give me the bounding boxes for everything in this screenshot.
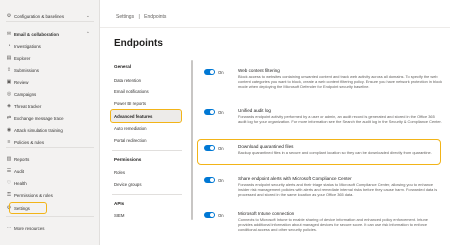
nav-item-label: Investigations — [14, 43, 41, 49]
feature-toggle[interactable] — [204, 212, 215, 218]
nav-item-label: Submissions — [14, 67, 39, 73]
breadcrumb-separator: | — [138, 14, 140, 20]
toggle-state-label: On — [218, 177, 224, 183]
toggle-state-label: On — [218, 69, 224, 75]
subnav-heading-general: General — [114, 64, 132, 69]
nav-item-health[interactable]: ♡ Health — [0, 177, 100, 189]
audit-icon: ☰ — [6, 168, 12, 174]
subnav-item[interactable]: Auto remediation — [114, 126, 147, 131]
tracker-icon: ◈ — [7, 103, 11, 109]
nav-item-label: Threat tracker — [14, 103, 42, 109]
feature-row: On Web content filtering Block access to w… — [200, 68, 448, 98]
gear-icon: ⚙ — [6, 13, 12, 19]
subnav-item[interactable]: Data retention — [114, 78, 141, 83]
feature-title: Share endpoint alerts with Microsoft Com… — [238, 176, 352, 181]
reports-icon: ▥ — [6, 156, 12, 162]
nav-item-label: Policies & rules — [14, 139, 45, 145]
nav-item-label: Reports — [14, 156, 30, 162]
subnav-item[interactable]: SIEM — [114, 213, 125, 218]
subnav-heading-permissions: Permissions — [114, 157, 142, 162]
advanced-features-highlight — [110, 109, 182, 123]
breadcrumb: Settings | Endpoints — [116, 14, 166, 20]
subnav-item[interactable]: Device groups — [114, 182, 141, 187]
feature-title: Microsoft Intune connection — [238, 211, 295, 216]
nav-item-explorer[interactable]: ▤ Explorer — [0, 52, 100, 64]
policy-icon: ≡ — [7, 139, 11, 145]
nav-divider — [6, 216, 94, 217]
nav-divider — [6, 21, 94, 22]
investigation-icon: ◔ — [7, 43, 11, 49]
campaign-icon: ◎ — [6, 91, 12, 97]
nav-item-label: Campaigns — [14, 91, 37, 97]
nav-item-label: Explorer — [14, 55, 31, 61]
feature-description: Block access to websites containing unwa… — [238, 74, 443, 89]
nav-item-reports[interactable]: ▥ Reports — [0, 153, 100, 165]
feature-description: Forwards endpoint activity performed by … — [238, 114, 442, 124]
health-icon: ♡ — [6, 180, 12, 186]
more-icon: ⋯ — [6, 225, 12, 231]
chevron-icon[interactable]: ⌄ — [86, 13, 90, 19]
nav-item-label: Attack simulation training — [14, 127, 63, 133]
subnav-divider — [112, 194, 182, 195]
feature-description: Forwards endpoint security alerts and th… — [238, 182, 438, 197]
download-quarantined-highlight — [197, 139, 441, 165]
nav-item-campaign[interactable]: ◎ Campaigns — [0, 88, 100, 100]
page-title: Endpoints — [114, 38, 163, 49]
nav-item-tracker[interactable]: ◈ Threat tracker — [0, 100, 100, 112]
explorer-icon: ▤ — [6, 55, 12, 61]
nav-item-investigation[interactable]: ◔ Investigations — [0, 40, 100, 52]
nav-item-label: More resources — [14, 225, 45, 231]
subnav-item[interactable]: Email notifications — [114, 89, 149, 94]
feature-toggle[interactable] — [204, 69, 215, 75]
mail-icon: ✉ — [6, 31, 12, 37]
subnav-scrollbar[interactable] — [191, 60, 193, 220]
breadcrumb-settings[interactable]: Settings — [116, 14, 134, 20]
nav-divider — [6, 147, 94, 148]
subnav-heading-apis: APIs — [114, 201, 125, 206]
nav-item-more[interactable]: ⋯ More resources — [0, 222, 100, 234]
submission-icon: ⇪ — [6, 67, 12, 73]
feature-title: Unified audit log — [238, 108, 271, 113]
feature-row: On Microsoft Intune connection Connects to… — [200, 211, 448, 241]
nav-item-target[interactable]: ◉ Attack simulation training — [0, 124, 100, 136]
nav-item-label: Review — [14, 79, 29, 85]
nav-item-label: Health — [14, 180, 27, 186]
nav-item-submission[interactable]: ⇪ Submissions — [0, 64, 100, 76]
trace-icon: ⇄ — [6, 115, 12, 121]
subnav-divider — [112, 150, 182, 151]
nav-item-mail[interactable]: ✉ Email & collaboration ⌃ — [0, 28, 100, 40]
subnav-item[interactable]: Portal redirection — [114, 138, 146, 143]
feature-description: Connects to Microsoft Intune to enable s… — [238, 217, 428, 232]
nav-item-audit[interactable]: ☰ Audit — [0, 165, 100, 177]
nav-item-label: Exchange message trace — [14, 115, 64, 121]
nav-item-label: Audit — [14, 168, 25, 174]
nav-item-label: Permissions & roles — [14, 192, 53, 198]
target-icon: ◉ — [6, 127, 12, 133]
feature-row: On Share endpoint alerts with Microsoft C… — [200, 176, 448, 206]
review-icon: ▣ — [6, 79, 12, 85]
subnav-item[interactable]: Power BI reports — [114, 101, 146, 106]
nav-item-label: Configuration & baselines — [14, 13, 65, 19]
nav-item-permissions[interactable]: ⚿ Permissions & roles — [0, 189, 100, 201]
feature-toggle[interactable] — [204, 177, 215, 183]
toggle-state-label: On — [218, 109, 224, 115]
header-divider — [100, 27, 450, 28]
left-navigation: ⚙ Configuration & baselines ⌄ ✉ Email & coll… — [0, 0, 100, 245]
settings-highlight — [9, 202, 47, 214]
chevron-icon[interactable]: ⌃ — [86, 31, 90, 37]
feature-title: Web content filtering — [238, 68, 280, 73]
nav-item-review[interactable]: ▣ Review — [0, 76, 100, 88]
feature-row: On Unified audit log Forwards endpoint act… — [200, 108, 448, 138]
nav-item-label: Email & collaboration — [14, 31, 59, 37]
breadcrumb-endpoints: Endpoints — [144, 14, 167, 20]
feature-toggle[interactable] — [204, 109, 215, 115]
toggle-state-label: On — [218, 212, 224, 218]
subnav-item[interactable]: Roles — [114, 170, 125, 175]
permissions-icon: ⚿ — [7, 192, 11, 198]
nav-item-trace[interactable]: ⇄ Exchange message trace — [0, 112, 100, 124]
